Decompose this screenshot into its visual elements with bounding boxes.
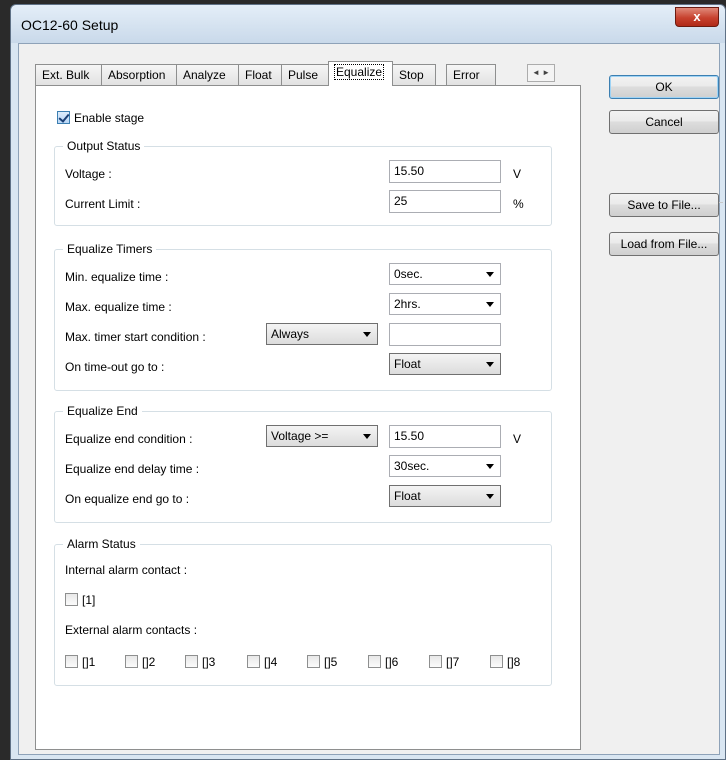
voltage-label: Voltage : [65,167,112,181]
equalize-tab-page: Enable stage Output Status Voltage : 15.… [35,85,581,750]
close-button[interactable]: x [675,7,719,27]
chevron-down-icon [486,272,494,277]
external-alarm-checkbox-2[interactable] [125,655,138,668]
on-equalize-end-select[interactable]: Float [389,485,501,507]
scroll-left-icon[interactable]: ◄ [532,68,540,77]
external-alarm-contact-label: []8 [507,655,521,669]
current-limit-input[interactable]: 25 [389,190,501,213]
chevron-down-icon [486,464,494,469]
load-from-file-button[interactable]: Load from File... [609,232,719,256]
tab-equalize[interactable]: Equalize [328,61,393,86]
tab-scroll-arrows[interactable]: ◄ ► [527,64,555,82]
max-timer-start-input[interactable] [389,323,501,346]
tab-absorption[interactable]: Absorption [101,64,177,85]
window-title: OC12-60 Setup [21,17,119,33]
alarm-status-title: Alarm Status [63,537,140,551]
external-alarm-contact-label: []1 [82,655,96,669]
scroll-right-icon[interactable]: ► [542,68,550,77]
tab-analyze[interactable]: Analyze [176,64,239,85]
external-alarm-contact-label: []4 [264,655,278,669]
equalize-end-voltage-unit: V [513,432,522,446]
tab-stop[interactable]: Stop [392,64,436,85]
tab-error[interactable]: Error [446,64,496,85]
setup-dialog: OC12-60 Setup x Ext. Bulk Absorption Ana… [10,4,726,760]
voltage-unit: V [513,167,522,181]
output-status-title: Output Status [63,139,145,153]
output-status-group: Output Status Voltage : 15.50 V Current … [54,139,552,226]
cancel-button[interactable]: Cancel [609,110,719,134]
equalize-end-delay-label: Equalize end delay time : [65,462,200,476]
tab-ext-bulk[interactable]: Ext. Bulk [35,64,102,85]
chevron-down-icon [486,362,494,367]
on-timeout-label: On time-out go to : [65,360,165,374]
on-timeout-select[interactable]: Float [389,353,501,375]
equalize-end-title: Equalize End [63,404,142,418]
enable-stage-checkbox[interactable] [57,111,70,124]
external-alarm-checkbox-7[interactable] [429,655,442,668]
tab-float[interactable]: Float [238,64,282,85]
max-timer-start-select[interactable]: Always [266,323,378,345]
external-alarm-contact-label: []5 [324,655,338,669]
max-timer-start-label: Max. timer start condition : [65,330,206,344]
equalize-timers-title: Equalize Timers [63,242,157,256]
internal-alarm-label: Internal alarm contact : [65,563,188,577]
equalize-end-group: Equalize End Equalize end condition : Vo… [54,404,552,523]
external-alarm-contact-label: []7 [446,655,460,669]
external-alarm-contact-label: []2 [142,655,156,669]
external-alarm-checkbox-5[interactable] [307,655,320,668]
external-alarm-contact-label: []6 [385,655,399,669]
max-equalize-time-label: Max. equalize time : [65,300,172,314]
enable-stage-label: Enable stage [74,111,145,125]
equalize-end-delay-select[interactable]: 30sec. [389,455,501,477]
external-alarm-checkbox-4[interactable] [247,655,260,668]
on-equalize-end-label: On equalize end go to : [65,492,190,506]
title-bar: OC12-60 Setup x [11,5,725,43]
min-equalize-time-label: Min. equalize time : [65,270,169,284]
save-to-file-button[interactable]: Save to File... [609,193,719,217]
current-limit-unit: % [513,197,524,211]
min-equalize-time-select[interactable]: 0sec. [389,263,501,285]
external-alarm-checkbox-6[interactable] [368,655,381,668]
chevron-down-icon [363,332,371,337]
external-alarm-checkbox-3[interactable] [185,655,198,668]
chevron-down-icon [363,434,371,439]
external-alarm-checkbox-8[interactable] [490,655,503,668]
internal-alarm-checkbox[interactable] [65,593,78,606]
external-alarm-contact-label: []3 [202,655,216,669]
equalize-end-voltage-input[interactable]: 15.50 [389,425,501,448]
current-limit-label: Current Limit : [65,197,141,211]
close-icon[interactable]: x [693,9,700,24]
ok-button[interactable]: OK [609,75,719,99]
chevron-down-icon [486,302,494,307]
equalize-end-condition-label: Equalize end condition : [65,432,193,446]
max-equalize-time-select[interactable]: 2hrs. [389,293,501,315]
internal-alarm-contact-label: [1] [82,593,96,607]
dialog-client-area: Ext. Bulk Absorption Analyze Float Pulse… [18,43,723,755]
equalize-end-condition-select[interactable]: Voltage >= [266,425,378,447]
alarm-status-group: Alarm Status Internal alarm contact : [1… [54,537,552,686]
tab-pulse[interactable]: Pulse [281,64,329,85]
external-alarm-checkbox-1[interactable] [65,655,78,668]
equalize-timers-group: Equalize Timers Min. equalize time : 0se… [54,242,552,391]
external-alarm-label: External alarm contacts : [65,623,198,637]
voltage-input[interactable]: 15.50 [389,160,501,183]
chevron-down-icon [486,494,494,499]
